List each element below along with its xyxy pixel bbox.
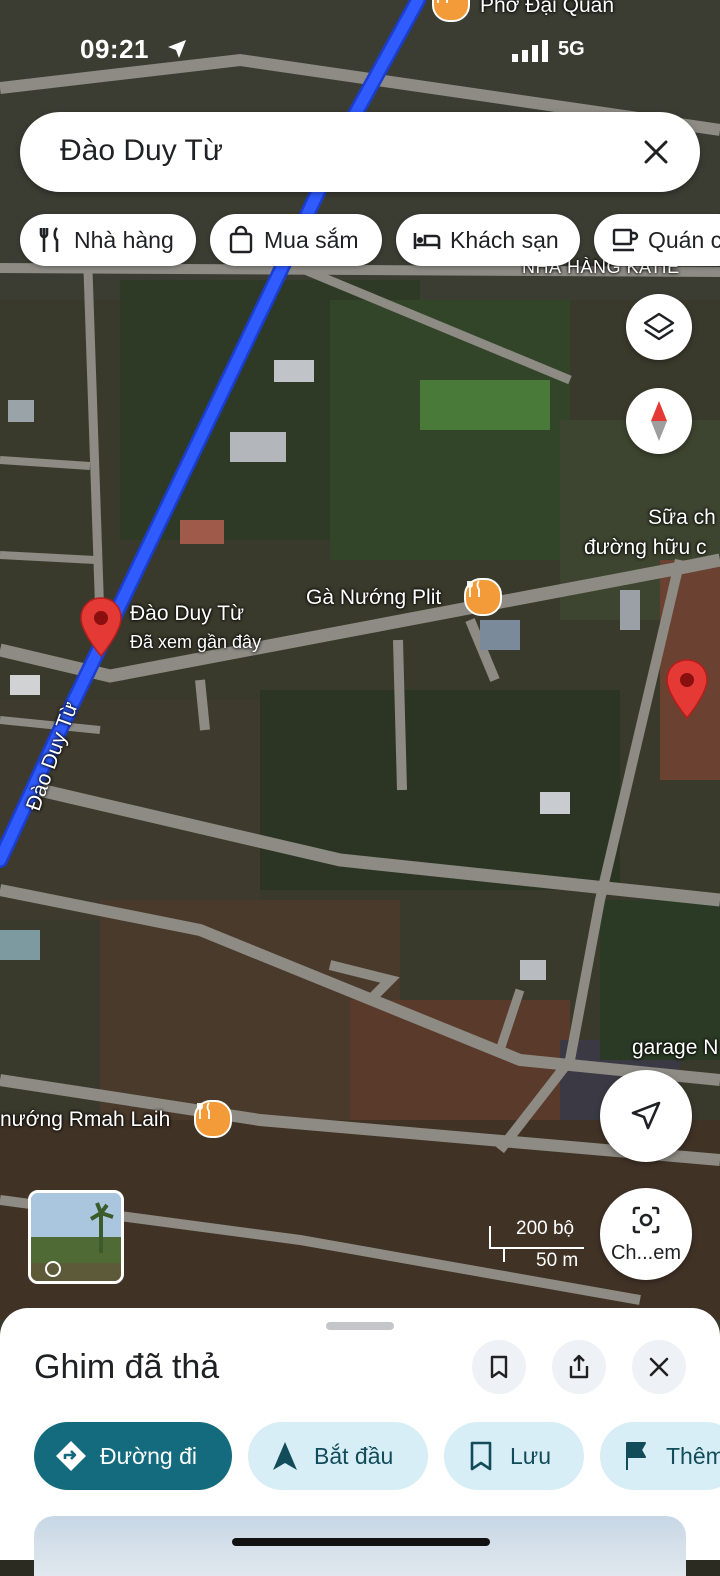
directions-icon [56,1441,86,1471]
place-bottom-sheet[interactable]: Ghim đã thả Đường đi Bắt đầu Lưu Thêm [0,1308,720,1576]
status-bar: 09:21 5G [0,28,720,72]
restaurant-icon [39,227,59,252]
save-label: Lưu [510,1442,551,1469]
signal-bars-icon [512,40,548,62]
sheet-drag-handle[interactable] [326,1322,394,1330]
close-sheet-button[interactable] [632,1340,686,1394]
scale-bar [489,1226,584,1262]
directions-label: Đường đi [100,1442,197,1469]
place-photo[interactable] [34,1516,686,1576]
chip-label: Khách sạn [450,226,559,253]
save-button[interactable]: Lưu [444,1422,584,1490]
chip-shopping[interactable]: Mua sắm [210,214,382,266]
network-type: 5G [558,38,585,60]
search-bar[interactable]: Đào Duy Từ [20,112,700,192]
navigation-arrow-icon [273,1442,297,1470]
bookmark-icon [470,1441,492,1471]
place-label-sua-1[interactable]: Sữa ch [648,506,716,530]
compass-icon [651,401,667,441]
place-label-garage[interactable]: garage N [632,1036,718,1060]
layers-button[interactable] [626,294,692,360]
chip-hotels[interactable]: Khách sạn [396,214,580,266]
home-indicator[interactable] [232,1538,490,1546]
place-title: Ghim đã thả [34,1348,220,1386]
lens-button[interactable]: Ch...em [600,1188,692,1280]
add-label-button[interactable]: Thêm [600,1422,720,1490]
chip-restaurants[interactable]: Nhà hàng [20,214,196,266]
chip-label: Mua sắm [264,226,359,253]
chip-label: Nhà hàng [74,226,174,253]
location-arrow-icon [168,40,186,58]
pin-subtitle-label: Đã xem gần đây [130,632,262,652]
street-view-image [31,1193,121,1281]
close-icon [649,1357,669,1377]
visited-pin-icon[interactable] [78,596,124,658]
clear-search-icon[interactable] [640,136,672,168]
shopping-bag-icon [229,225,253,254]
share-button[interactable] [552,1340,606,1394]
bookmark-icon [490,1355,508,1379]
place-label-top[interactable]: Phở Đại Quân [480,0,614,18]
share-icon [569,1354,589,1379]
flag-icon [626,1442,646,1470]
start-label: Bắt đầu [314,1442,394,1469]
place-label-ga-nuong[interactable]: Gà Nướng Plit [306,586,441,610]
place-label-sua-2[interactable]: đường hữu c [584,536,706,560]
restaurant-poi-icon[interactable] [194,1100,232,1138]
place-label-rmah[interactable]: nướng Rmah Laih [0,1108,170,1132]
lens-label: Ch...em [610,1242,682,1264]
pin-title-label[interactable]: Đào Duy Từ [130,602,244,626]
search-query[interactable]: Đào Duy Từ [60,134,223,168]
my-location-button[interactable] [600,1070,692,1162]
compass-button[interactable] [626,388,692,454]
dropped-pin-icon[interactable] [664,658,710,720]
directions-button[interactable]: Đường đi [34,1422,232,1490]
layers-icon [643,312,675,341]
category-chips: Nhà hàng Mua sắm Khách sạn Quán c [0,214,720,268]
coffee-cup-icon [612,228,639,252]
save-icon-button[interactable] [472,1340,526,1394]
navigation-arrow-icon [631,1101,661,1130]
restaurant-poi-icon[interactable] [464,578,502,616]
chip-label: Quán c [648,226,720,253]
street-view-thumbnail[interactable] [28,1190,124,1284]
status-time: 09:21 [80,34,149,64]
map-scale: 200 bộ 50 m [488,1218,588,1274]
add-label-label: Thêm [666,1442,720,1469]
hotel-bed-icon [413,233,441,249]
camera-lens-icon [632,1206,660,1234]
start-button[interactable]: Bắt đầu [248,1422,428,1490]
chip-cafes[interactable]: Quán c [594,214,720,266]
